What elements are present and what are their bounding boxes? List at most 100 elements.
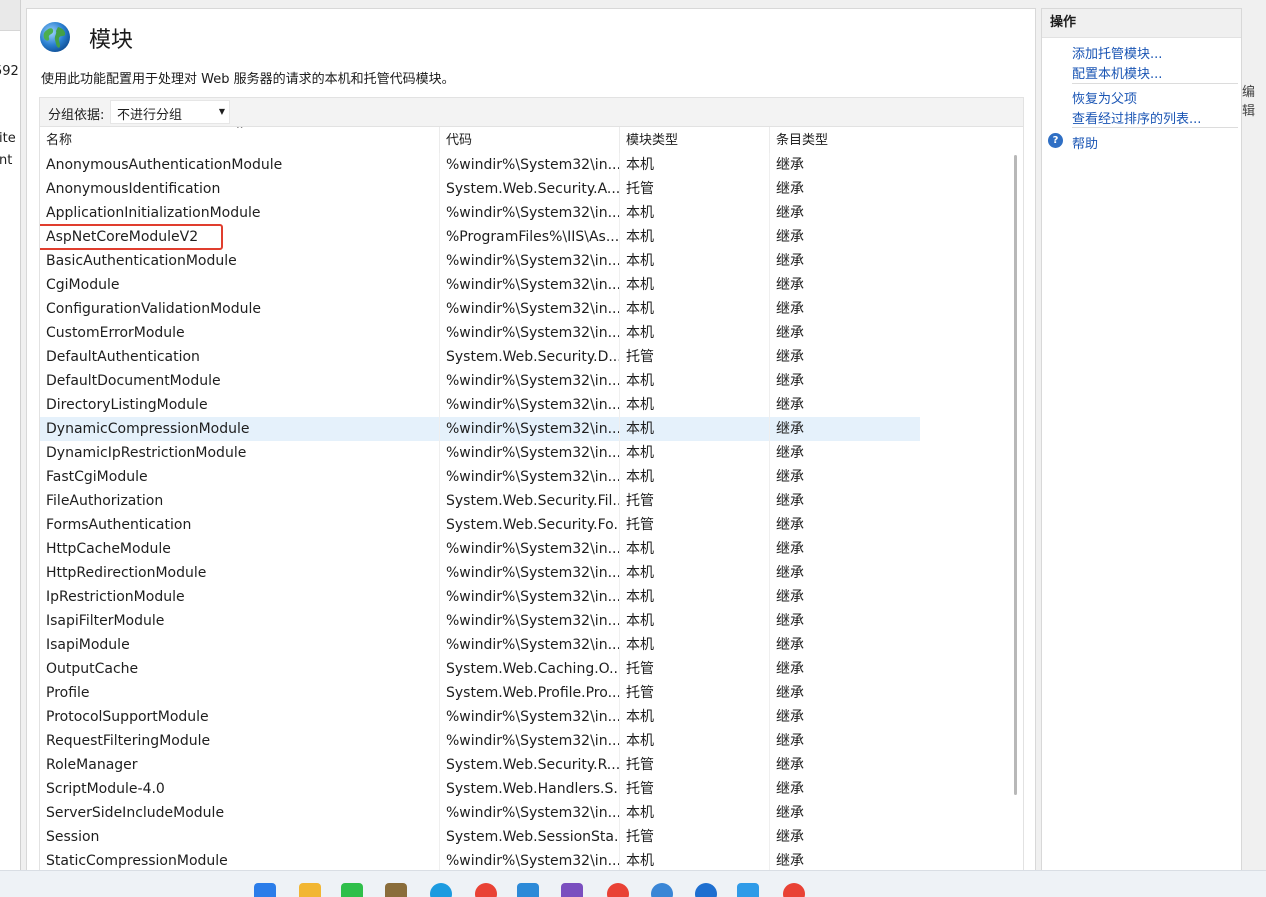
entry-type-cell: 继承 (776, 181, 804, 197)
wechat-icon[interactable] (341, 883, 363, 897)
caret-down-icon: ▼ (218, 107, 225, 116)
table-row[interactable]: BasicAuthenticationModule %windir%\System… (40, 249, 920, 273)
tree-fragment[interactable]: nt (0, 153, 12, 168)
group-by-label: 分组依据: (48, 108, 105, 123)
table-row[interactable]: IpRestrictionModule %windir%\System32\in.… (40, 585, 920, 609)
table-row[interactable]: Session System.Web.SessionSta... 托管 继承 (40, 825, 920, 849)
actions-pane: 操作 添加托管模块... 配置本机模块... 恢复为父项 查看经过排序的列表..… (1041, 8, 1242, 872)
module-name-cell: HttpCacheModule (40, 537, 440, 561)
table-row[interactable]: ProtocolSupportModule %windir%\System32\i… (40, 705, 920, 729)
group-by-dropdown[interactable]: 不进行分组 ▼ (110, 100, 230, 124)
edge-icon[interactable] (430, 883, 452, 897)
file-explorer-icon[interactable] (299, 883, 321, 897)
vscode-icon[interactable] (517, 883, 539, 897)
table-row[interactable]: FileAuthorization System.Web.Security.Fil… (40, 489, 920, 513)
table-row[interactable]: CustomErrorModule %windir%\System32\in...… (40, 321, 920, 345)
divider (1072, 83, 1238, 84)
table-row[interactable]: RoleManager System.Web.Security.R... 托管 继承 (40, 753, 920, 777)
table-row[interactable]: AnonymousAuthenticationModule %windir%\Sy… (40, 153, 920, 177)
module-code-cell: %windir%\System32\in... (440, 297, 620, 321)
table-row[interactable]: DefaultAuthentication System.Web.Security… (40, 345, 920, 369)
entry-type-cell: 继承 (776, 301, 804, 317)
table-row[interactable]: FastCgiModule %windir%\System32\in... 本机 继承 (40, 465, 920, 489)
table-row[interactable]: HttpCacheModule %windir%\System32\in... 本机… (40, 537, 920, 561)
entry-type-cell: 继承 (776, 373, 804, 389)
entry-type-cell: 继承 (776, 253, 804, 269)
module-code-cell: System.Web.Caching.O... (440, 657, 620, 681)
table-row[interactable]: ConfigurationValidationModule %windir%\Sy… (40, 297, 920, 321)
entry-type-cell: 继承 (776, 205, 804, 221)
entry-type-cell: 继承 (776, 445, 804, 461)
group-by-value: 不进行分组 (117, 108, 183, 123)
entry-type-cell: 继承 (776, 781, 804, 797)
vertical-scrollbar[interactable] (1014, 155, 1017, 795)
module-code-cell: System.Web.Profile.Pro... (440, 681, 620, 705)
search-icon[interactable] (651, 883, 673, 897)
iis-manager-icon[interactable] (385, 883, 407, 897)
module-name-cell: ConfigurationValidationModule (40, 297, 440, 321)
chrome-icon[interactable] (475, 883, 497, 897)
table-row[interactable]: IsapiModule %windir%\System32\in... 本机 继承 (40, 633, 920, 657)
edit-fragment: 编辑 (1242, 85, 1256, 119)
tree-fragment[interactable]: 592 (0, 64, 19, 79)
column-header-code[interactable]: 代码 (440, 127, 620, 153)
module-name-cell: AnonymousIdentification (40, 177, 440, 201)
entry-type-cell: 继承 (776, 661, 804, 677)
module-type-cell: 托管 (620, 657, 770, 681)
table-row[interactable]: DirectoryListingModule %windir%\System32\… (40, 393, 920, 417)
app-icon[interactable] (695, 883, 717, 897)
table-row[interactable]: DefaultDocumentModule %windir%\System32\i… (40, 369, 920, 393)
module-name-cell: RoleManager (40, 753, 440, 777)
column-header-entry-type[interactable]: 条目类型 (770, 127, 920, 153)
entry-type-cell: 继承 (776, 757, 804, 773)
chrome-icon[interactable] (607, 883, 629, 897)
help-icon[interactable]: ? (1048, 133, 1063, 148)
view-ordered-list-link[interactable]: 查看经过排序的列表... (1072, 108, 1201, 127)
table-row[interactable]: FormsAuthentication System.Web.Security.F… (40, 513, 920, 537)
table-row[interactable]: DynamicCompressionModule %windir%\System3… (40, 417, 920, 441)
module-type-cell: 本机 (620, 369, 770, 393)
table-row[interactable]: DynamicIpRestrictionModule %windir%\Syste… (40, 441, 920, 465)
column-header-module-type[interactable]: 模块类型 (620, 127, 770, 153)
table-row[interactable]: CgiModule %windir%\System32\in... 本机 继承 (40, 273, 920, 297)
table-row[interactable]: AspNetCoreModuleV2 %ProgramFiles%\IIS\As.… (40, 225, 920, 249)
module-type-cell: 本机 (620, 585, 770, 609)
module-name-cell: DirectoryListingModule (40, 393, 440, 417)
visual-studio-icon[interactable] (561, 883, 583, 897)
windows-start-icon[interactable] (254, 883, 276, 897)
entry-type-cell: 继承 (776, 541, 804, 557)
table-row[interactable]: AnonymousIdentification System.Web.Securi… (40, 177, 920, 201)
module-type-cell: 托管 (620, 777, 770, 801)
module-name-cell: FormsAuthentication (40, 513, 440, 537)
module-name-cell: ServerSideIncludeModule (40, 801, 440, 825)
configure-native-modules-link[interactable]: 配置本机模块... (1072, 63, 1162, 82)
table-row[interactable]: OutputCache System.Web.Caching.O... 托管 继承 (40, 657, 920, 681)
table-row[interactable]: ServerSideIncludeModule %windir%\System32… (40, 801, 920, 825)
entry-type-cell: 继承 (776, 733, 804, 749)
module-type-cell: 托管 (620, 177, 770, 201)
module-name-cell: IpRestrictionModule (40, 585, 440, 609)
table-row[interactable]: ScriptModule-4.0 System.Web.Handlers.S...… (40, 777, 920, 801)
store-icon[interactable] (737, 883, 759, 897)
help-link[interactable]: 帮助 (1072, 133, 1098, 152)
module-code-cell: %windir%\System32\in... (440, 441, 620, 465)
module-type-cell: 本机 (620, 297, 770, 321)
module-code-cell: System.Web.Security.Fo... (440, 513, 620, 537)
module-type-cell: 本机 (620, 321, 770, 345)
module-code-cell: %windir%\System32\in... (440, 321, 620, 345)
revert-to-parent-link[interactable]: 恢复为父项 (1072, 88, 1137, 107)
module-name-cell: Profile (40, 681, 440, 705)
table-row[interactable]: RequestFilteringModule %windir%\System32\… (40, 729, 920, 753)
table-row[interactable]: ApplicationInitializationModule %windir%\… (40, 201, 920, 225)
group-toolbar: 分组依据: 不进行分组 ▼ (39, 97, 1024, 126)
module-code-cell: %windir%\System32\in... (440, 393, 620, 417)
table-row[interactable]: HttpRedirectionModule %windir%\System32\i… (40, 561, 920, 585)
module-type-cell: 本机 (620, 153, 770, 177)
module-name-cell: DefaultDocumentModule (40, 369, 440, 393)
tree-fragment[interactable]: ite (0, 131, 16, 146)
table-row[interactable]: IsapiFilterModule %windir%\System32\in...… (40, 609, 920, 633)
table-row[interactable]: Profile System.Web.Profile.Pro... 托管 继承 (40, 681, 920, 705)
sort-ascending-icon: ^ (236, 126, 244, 135)
add-managed-module-link[interactable]: 添加托管模块... (1072, 43, 1162, 62)
chrome-icon[interactable] (783, 883, 805, 897)
